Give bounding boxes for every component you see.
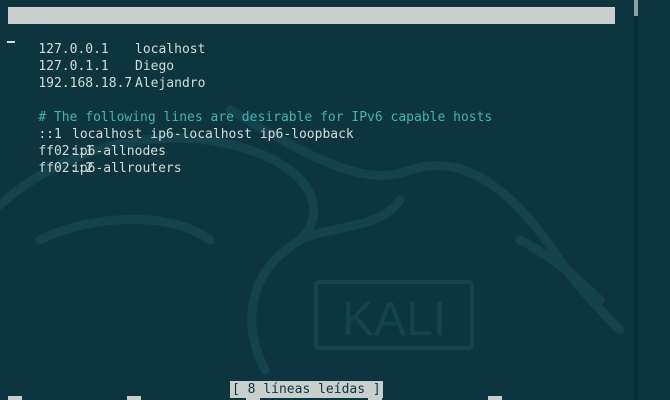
hostname: Alejandro xyxy=(135,76,206,91)
comment-line[interactable]: # The following lines are desirable for … xyxy=(7,92,492,125)
scrollbar-thumb[interactable] xyxy=(634,0,638,16)
text-line[interactable]: 192.168.18.7 Alejandro xyxy=(7,58,205,91)
shortcut-key xyxy=(127,396,141,400)
hostname: localhost ip6-localhost ip6-loopback xyxy=(72,127,354,142)
hostname: Diego xyxy=(135,59,175,74)
text-line[interactable]: ::1 localhost ip6-localhost ip6-loopback xyxy=(7,109,353,142)
ip-address: 192.168.18.7 xyxy=(38,76,133,91)
nano-title-bar: GNU nano 4.5 /etc/hosts xyxy=(8,7,615,57)
text-line[interactable]: 127.0.1.1 Diego xyxy=(7,41,174,74)
nano-editor[interactable]: GNU nano 4.5 /etc/hosts 127.0.0.1 localho… xyxy=(0,0,631,400)
shortcut-key xyxy=(368,396,382,400)
text-line[interactable]: ff02::2 ip6-allrouters xyxy=(7,143,181,176)
comment-text: # The following lines are desirable for … xyxy=(38,110,493,125)
scrollbar-track[interactable] xyxy=(634,0,638,400)
file-name: /etc/hosts xyxy=(280,42,359,57)
terminal-scrollbar[interactable] xyxy=(631,0,670,400)
text-line[interactable]: 127.0.0.1 localhost xyxy=(7,24,205,57)
shortcut-key xyxy=(8,396,22,400)
shortcut-key xyxy=(488,396,502,400)
shortcut-key xyxy=(246,396,260,400)
hostname: localhost xyxy=(135,42,206,57)
hostname: ip6-allrouters xyxy=(72,161,182,176)
text-line[interactable]: ff02::1 ip6-allnodes xyxy=(7,126,166,159)
